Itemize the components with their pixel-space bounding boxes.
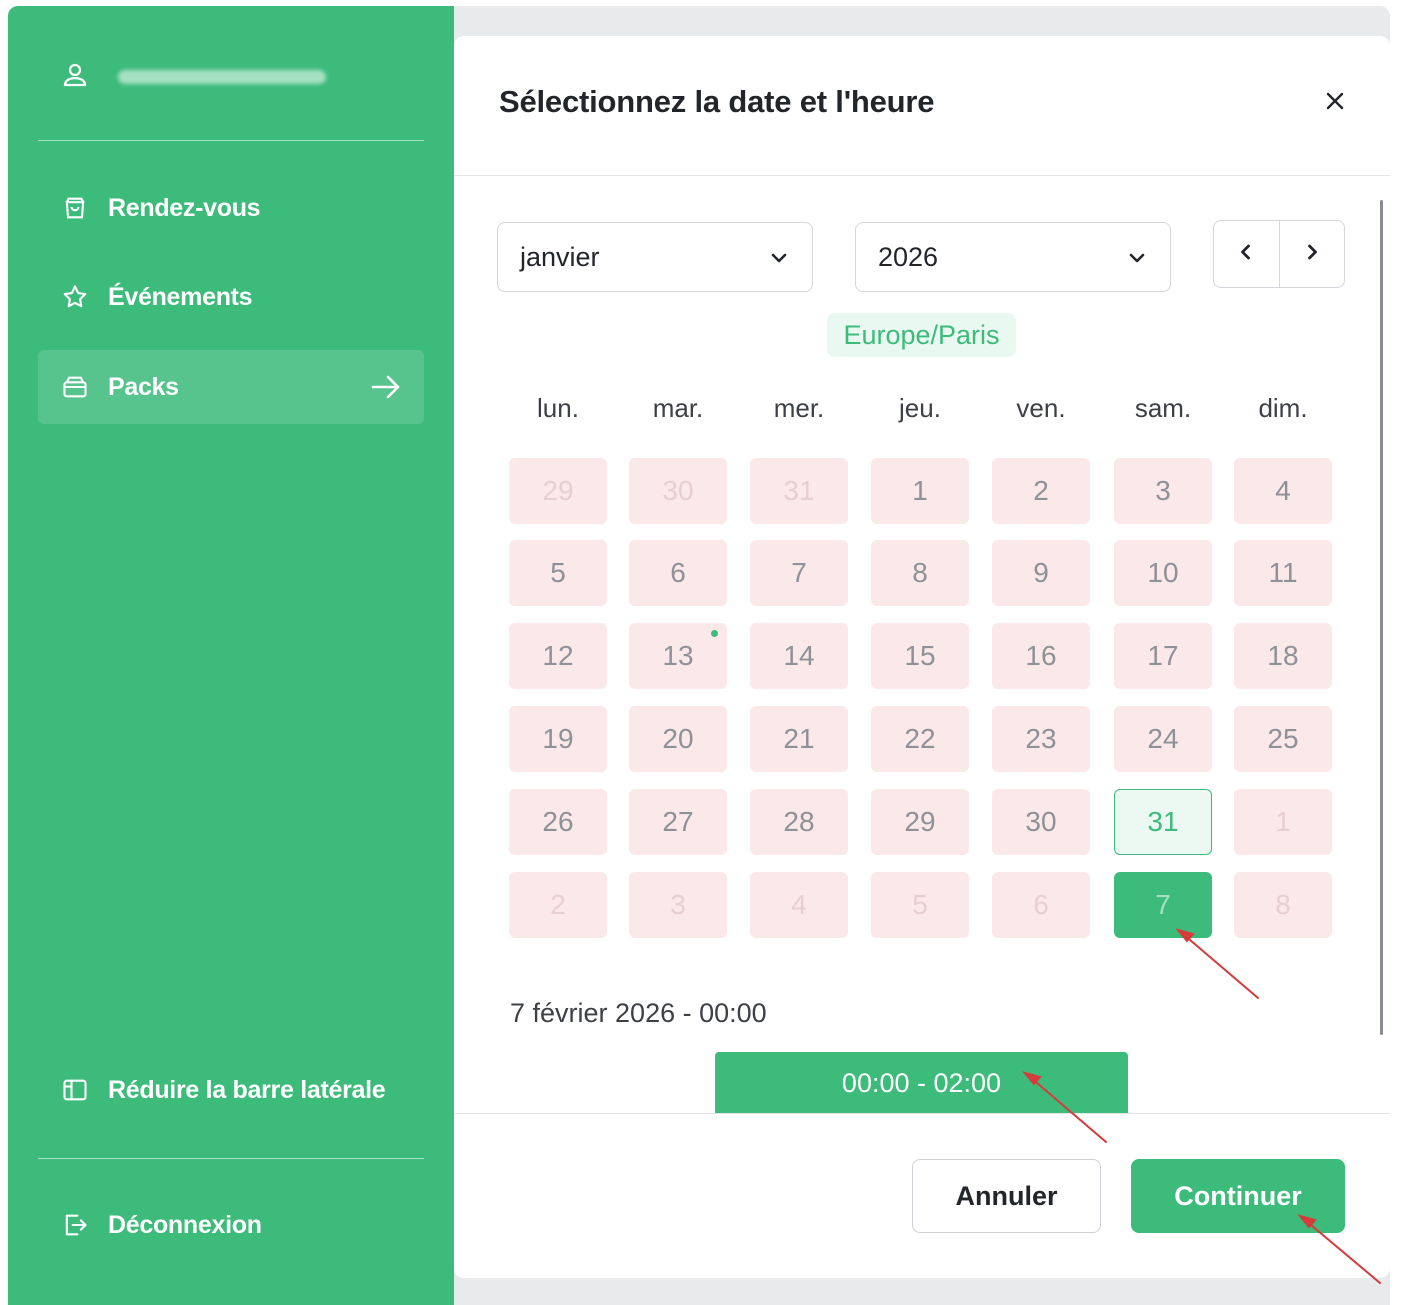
logout-button[interactable]: Déconnexion (38, 1188, 424, 1262)
calendar-day[interactable]: 12 (509, 623, 607, 689)
modal-header: Sélectionnez la date et l'heure (454, 36, 1390, 176)
weekday-label: mar. (652, 393, 704, 423)
calendar-day[interactable]: 2 (992, 458, 1090, 524)
calendar-day[interactable]: 8 (871, 540, 969, 606)
month-select[interactable]: janvier (497, 222, 813, 292)
calendar-day[interactable]: 7 (750, 540, 848, 606)
chevron-down-icon (768, 245, 790, 267)
calendar-day[interactable]: 3 (1114, 458, 1212, 524)
logout-label: Déconnexion (108, 1210, 262, 1239)
month-select-value: janvier (520, 241, 600, 272)
time-slot-button[interactable]: 00:00 - 02:00 (715, 1052, 1128, 1114)
next-month-button[interactable] (1278, 221, 1345, 287)
calendar-day-today[interactable]: 13 (629, 623, 727, 689)
year-select[interactable]: 2026 (855, 222, 1171, 292)
weekday-label: sam. (1134, 393, 1192, 423)
chevron-down-icon (1126, 245, 1148, 267)
date-time-modal: Sélectionnez la date et l'heure janvier … (454, 36, 1390, 1278)
calendar-day[interactable]: 20 (629, 706, 727, 772)
calendar-day[interactable]: 6 (992, 872, 1090, 938)
app-frame: testsuser Rendez-vous Événements Packs (8, 6, 1390, 1305)
sidebar-item-label: Rendez-vous (108, 193, 261, 222)
calendar-day[interactable]: 5 (871, 872, 969, 938)
calendar-day-selected[interactable]: 7 (1114, 872, 1212, 938)
sidebar-item-evenements[interactable]: Événements (38, 260, 424, 334)
weekday-label: jeu. (899, 393, 941, 423)
star-icon (60, 282, 90, 312)
calendar-day[interactable]: 11 (1234, 540, 1332, 606)
calendar-day[interactable]: 23 (992, 706, 1090, 772)
sidebar-item-label: Événements (108, 282, 253, 311)
sidebar-divider (38, 140, 424, 141)
modal-footer: Annuler Continuer (454, 1113, 1390, 1278)
continue-button[interactable]: Continuer (1131, 1159, 1345, 1233)
calendar-day[interactable]: 18 (1234, 623, 1332, 689)
calendar-day[interactable]: 29 (509, 458, 607, 524)
calendar-day[interactable]: 2 (509, 872, 607, 938)
weekday-label: ven. (1016, 393, 1066, 423)
calendar-day-number: 13 (662, 640, 694, 671)
collapse-sidebar-button[interactable]: Réduire la barre latérale (38, 1053, 424, 1127)
modal-title: Sélectionnez la date et l'heure (499, 84, 935, 119)
sidebar-divider (38, 1158, 424, 1159)
calendar-day[interactable]: 30 (992, 789, 1090, 855)
sidebar: testsuser Rendez-vous Événements Packs (8, 6, 454, 1305)
sidebar-item-rendez-vous[interactable]: Rendez-vous (38, 171, 424, 245)
calendar-day[interactable]: 1 (871, 458, 969, 524)
timezone-badge: Europe/Paris (827, 313, 1016, 357)
calendar-day[interactable]: 21 (750, 706, 848, 772)
calendar-day[interactable]: 22 (871, 706, 969, 772)
sidebar-item-packs[interactable]: Packs (38, 350, 424, 424)
year-select-value: 2026 (878, 241, 939, 272)
calendar-day[interactable]: 14 (750, 623, 848, 689)
calendar-day[interactable]: 25 (1234, 706, 1332, 772)
calendar-day[interactable]: 8 (1234, 872, 1332, 938)
calendar-day[interactable]: 9 (992, 540, 1090, 606)
chevron-left-icon (1236, 242, 1256, 267)
cancel-button[interactable]: Annuler (912, 1159, 1101, 1233)
modal-scrollbar[interactable] (1380, 200, 1383, 1035)
weekday-label: mer. (773, 393, 825, 423)
calendar-day[interactable]: 24 (1114, 706, 1212, 772)
calendar-day[interactable]: 30 (629, 458, 727, 524)
calendar-day[interactable]: 15 (871, 623, 969, 689)
close-icon[interactable] (1320, 86, 1350, 116)
calendar-day[interactable]: 26 (509, 789, 607, 855)
calendar-day[interactable]: 17 (1114, 623, 1212, 689)
calendar-day[interactable]: 5 (509, 540, 607, 606)
user-icon (60, 60, 90, 95)
calendar-day[interactable]: 4 (1234, 458, 1332, 524)
calendar-day[interactable]: 19 (509, 706, 607, 772)
sidebar-panel-icon (60, 1075, 90, 1105)
logout-icon (60, 1210, 90, 1240)
weekday-label: lun. (537, 393, 579, 423)
collapse-sidebar-label: Réduire la barre latérale (108, 1075, 386, 1104)
calendar-day[interactable]: 31 (750, 458, 848, 524)
user-name: testsuser (118, 70, 326, 84)
calendar-day[interactable]: 27 (629, 789, 727, 855)
shopping-bag-icon (60, 193, 90, 223)
calendar-day[interactable]: 28 (750, 789, 848, 855)
previous-month-button[interactable] (1214, 221, 1279, 287)
calendar-day[interactable]: 3 (629, 872, 727, 938)
selected-datetime-text: 7 février 2026 - 00:00 (510, 998, 767, 1028)
month-navigation (1213, 220, 1345, 288)
user-profile[interactable]: testsuser (60, 62, 326, 92)
sidebar-item-label: Packs (108, 372, 179, 401)
weekday-label: dim. (1258, 393, 1308, 423)
calendar-day[interactable]: 29 (871, 789, 969, 855)
calendar-day[interactable]: 1 (1234, 789, 1332, 855)
arrow-right-icon (370, 372, 402, 402)
calendar-day[interactable]: 4 (750, 872, 848, 938)
calendar-day-available[interactable]: 31 (1114, 789, 1212, 855)
calendar-day[interactable]: 16 (992, 623, 1090, 689)
package-icon (60, 372, 90, 402)
calendar-day[interactable]: 10 (1114, 540, 1212, 606)
today-indicator-dot (711, 630, 718, 637)
calendar-day[interactable]: 6 (629, 540, 727, 606)
chevron-right-icon (1302, 242, 1322, 267)
